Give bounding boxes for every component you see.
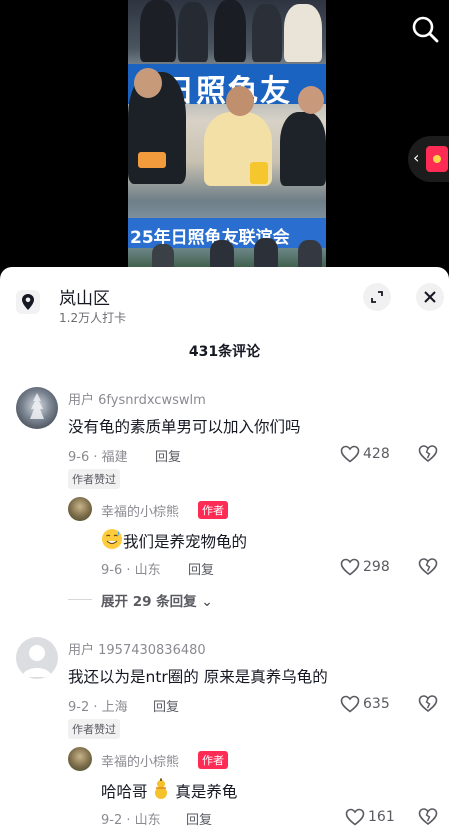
red-envelope-button[interactable]: ‹ — [408, 136, 449, 182]
gourd-emoji-icon — [152, 778, 170, 804]
like-count: 161 — [368, 809, 395, 825]
avatar[interactable] — [68, 497, 92, 521]
reply-text: 我们是养宠物龟的 — [101, 528, 247, 554]
dislike-icon[interactable] — [418, 444, 438, 464]
heart-icon[interactable] — [340, 445, 360, 463]
author-liked-tag: 作者赞过 — [68, 469, 120, 489]
comment-text: 没有龟的素质单男可以加入你们吗 — [68, 418, 301, 436]
video-frame: 日照龟友 25年日照龟友联谊会 — [128, 0, 326, 268]
chevron-down-icon: ⌄ — [201, 594, 213, 610]
reply-button[interactable]: 回复 — [155, 446, 181, 465]
expand-replies-button[interactable]: 展开 29 条回复 ⌄ — [101, 590, 213, 610]
reply-username[interactable]: 幸福的小棕熊 — [101, 501, 179, 520]
dislike-icon[interactable] — [418, 557, 438, 577]
dislike-icon[interactable] — [418, 807, 438, 827]
reply-button[interactable]: 回复 — [153, 696, 179, 715]
heart-icon[interactable] — [340, 558, 360, 576]
reply-date-location: 9-2 · 山东 — [101, 813, 161, 828]
location-checkins: 1.2万人打卡 — [59, 311, 127, 325]
comment-date-location: 9-6 · 福建 — [68, 450, 128, 465]
reply-username[interactable]: 幸福的小棕熊 — [101, 751, 179, 770]
avatar[interactable] — [68, 747, 92, 771]
author-badge: 作者 — [198, 501, 228, 519]
heart-icon[interactable] — [345, 808, 365, 826]
chevron-left-icon: ‹ — [413, 148, 420, 167]
avatar[interactable] — [16, 637, 58, 679]
avatar[interactable] — [16, 387, 58, 429]
author-liked-tag: 作者赞过 — [68, 719, 120, 739]
close-icon[interactable] — [416, 283, 444, 311]
reply-button[interactable]: 回复 — [186, 809, 212, 828]
reply-date-location: 9-6 · 山东 — [101, 563, 161, 578]
reply-text: 哈哈哥 真是养龟 — [101, 778, 237, 804]
reply-button[interactable]: 回复 — [188, 559, 214, 578]
expand-icon[interactable] — [363, 283, 391, 311]
author-badge: 作者 — [198, 751, 228, 769]
comment-username[interactable]: 用户 1957430836480 — [68, 639, 206, 658]
red-envelope-icon — [426, 146, 448, 172]
dislike-icon[interactable] — [418, 694, 438, 714]
location-pin-icon — [16, 290, 40, 314]
comment-count: 431条评论 — [188, 344, 261, 360]
like-count: 635 — [363, 696, 390, 712]
heart-icon[interactable] — [340, 695, 360, 713]
video-player[interactable]: 日照龟友 25年日照龟友联谊会 ‹ — [0, 0, 449, 268]
location-title[interactable]: 岚山区 — [59, 284, 110, 309]
comment-date-location: 9-2 · 上海 — [68, 700, 128, 715]
expand-divider — [68, 599, 92, 600]
sweat-smile-emoji-icon — [101, 528, 123, 554]
like-count: 428 — [363, 446, 390, 462]
comment-username[interactable]: 用户 6fysnrdxcwswlm — [68, 389, 206, 408]
like-count: 298 — [363, 559, 390, 575]
search-icon[interactable] — [410, 14, 440, 44]
comment-text: 我还以为是ntr圈的 原来是真养乌龟的 — [68, 668, 328, 686]
